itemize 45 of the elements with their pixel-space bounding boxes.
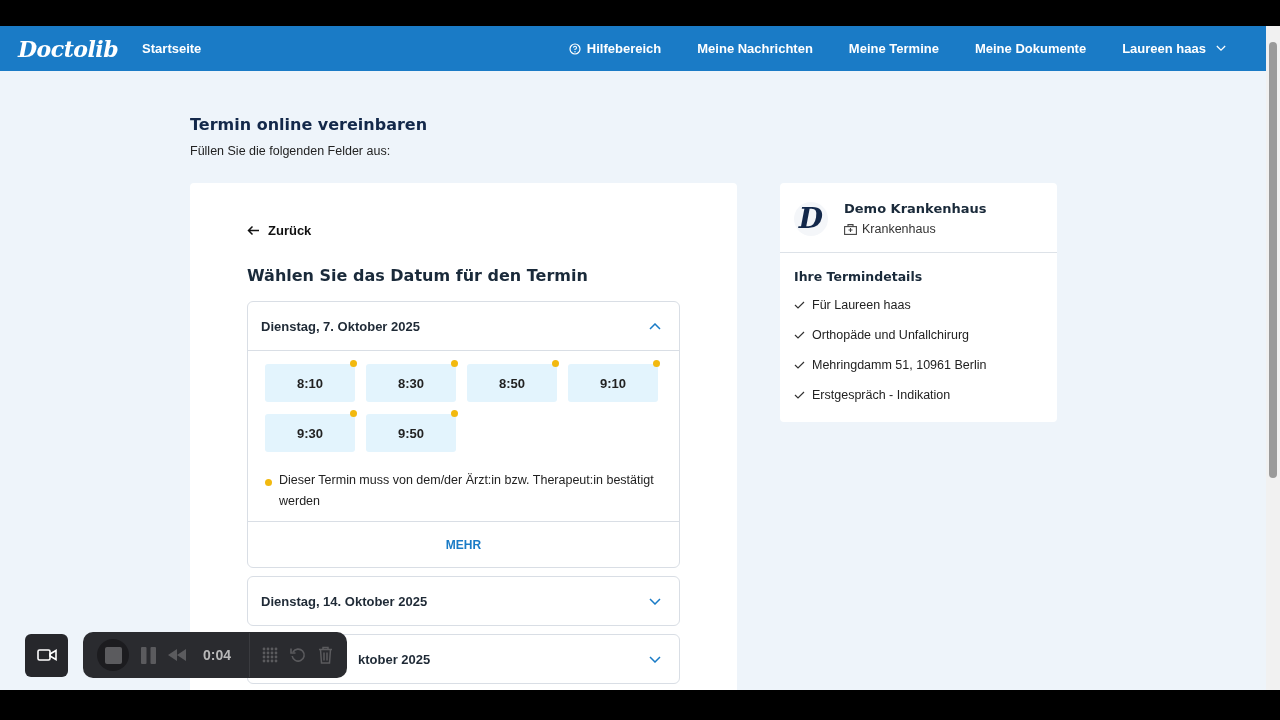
page-subtitle: Füllen Sie die folgenden Felder aus: bbox=[190, 144, 392, 158]
practice-type: Krankenhaus bbox=[862, 222, 936, 236]
logo[interactable]: Doctolib bbox=[18, 35, 119, 62]
stop-button[interactable] bbox=[97, 639, 129, 671]
scrollbar-thumb[interactable] bbox=[1269, 42, 1277, 478]
detail-item: Erstgespräch - Indikation bbox=[812, 388, 951, 402]
rewind-icon bbox=[168, 649, 187, 661]
check-icon bbox=[794, 391, 805, 399]
chevron-up-icon[interactable] bbox=[649, 322, 661, 330]
nav-link[interactable]: Hilfebereich bbox=[568, 41, 662, 56]
detail-item: Für Laureen haas bbox=[812, 298, 911, 312]
nav-link[interactable]: Meine Nachrichten bbox=[697, 41, 813, 56]
pause-button[interactable] bbox=[141, 646, 156, 664]
user-menu[interactable]: Laureen haas bbox=[1122, 41, 1226, 56]
nav-link[interactable]: Startseite bbox=[142, 41, 202, 56]
camera-button[interactable] bbox=[25, 633, 68, 677]
check-icon bbox=[794, 301, 805, 309]
practice-logo: D bbox=[794, 201, 828, 236]
arrow-left-icon bbox=[247, 225, 260, 236]
detail-item: Mehringdamm 51, 10961 Berlin bbox=[812, 358, 987, 372]
status-dot bbox=[265, 479, 272, 486]
building-icon bbox=[844, 223, 857, 235]
nav-link[interactable]: Meine Termine bbox=[848, 41, 939, 56]
practice-name: Demo Krankenhaus bbox=[844, 201, 987, 216]
date-header[interactable]: Dienstag, 7. Oktober 2025 bbox=[261, 318, 420, 334]
more-button[interactable]: MEHR bbox=[248, 521, 679, 567]
chevron-down-icon[interactable] bbox=[649, 597, 661, 605]
detail-item: Orthopäde und Unfallchirurg bbox=[812, 328, 970, 342]
details-heading: Ihre Termindetails bbox=[794, 269, 924, 284]
stop-icon bbox=[104, 646, 122, 664]
chevron-down-icon bbox=[1216, 45, 1226, 52]
check-icon bbox=[794, 331, 805, 339]
help-icon bbox=[568, 42, 581, 55]
check-icon bbox=[794, 361, 805, 369]
page-title: Termin online vereinbaren bbox=[190, 115, 429, 134]
rewind-button[interactable] bbox=[168, 649, 187, 661]
video-camera-icon bbox=[36, 648, 57, 662]
back-button[interactable]: Zurück bbox=[247, 221, 312, 240]
nav-link[interactable]: Meine Dokumente bbox=[974, 41, 1087, 56]
note-text: Dieser Termin muss von dem/der Ärzt:in bzw. Therapeut:in bestätigt werden bbox=[279, 472, 655, 510]
recording-time: 0:04 bbox=[202, 647, 233, 663]
date-header[interactable]: Dienstag, 14. Oktober 2025 bbox=[261, 593, 428, 609]
pause-icon bbox=[141, 646, 156, 664]
scrollbar[interactable] bbox=[1266, 26, 1280, 690]
section-heading: Wählen Sie das Datum für den Termin bbox=[247, 266, 589, 285]
